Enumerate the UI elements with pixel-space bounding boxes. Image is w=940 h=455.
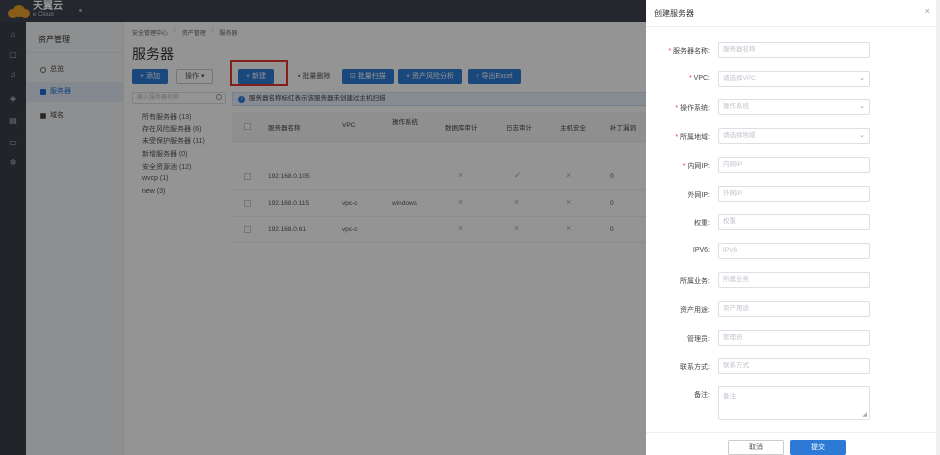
field-label-vpc: * VPC:	[688, 75, 710, 82]
field-label-admin: 管理员:	[687, 336, 710, 343]
server-name-input[interactable]: 服务器名称	[718, 42, 870, 58]
field-label-public-ip: 外网IP:	[687, 192, 710, 199]
os-select[interactable]: 操作系统 ⌄	[718, 99, 870, 115]
close-icon[interactable]: ×	[925, 6, 930, 16]
field-label-ipv6: IPV6:	[692, 247, 710, 254]
weight-input[interactable]: 权重	[718, 214, 870, 230]
field-label-remark: 备注:	[694, 392, 710, 399]
region-select[interactable]: 请选择地域 ⌄	[718, 128, 870, 144]
admin-input[interactable]: 管理员	[718, 330, 870, 346]
field-label-server-name: * 服务器名称:	[668, 48, 710, 55]
chevron-down-icon: ⌄	[859, 75, 865, 82]
submit-button[interactable]: 提交	[790, 440, 846, 455]
field-label-private-ip: * 内网IP:	[682, 163, 710, 170]
public-ip-input[interactable]: 外网IP	[718, 186, 870, 202]
drawer-scrollbar[interactable]	[936, 0, 940, 455]
remark-textarea[interactable]: 备注 ◢	[718, 386, 870, 420]
field-label-os: * 操作系统:	[675, 105, 710, 112]
vpc-select[interactable]: 请选择VPC ⌄	[718, 71, 870, 87]
field-label-asset-purpose: 资产用途:	[680, 307, 710, 314]
field-label-weight: 权重:	[694, 220, 710, 227]
create-server-drawer: 创建服务器 × * 服务器名称: 服务器名称 * VPC: 请选择VPC ⌄ * …	[646, 0, 940, 455]
cancel-button[interactable]: 取消	[728, 440, 784, 455]
drawer-title: 创建服务器	[654, 9, 694, 18]
business-input[interactable]: 所属业务	[718, 272, 870, 288]
field-label-contact: 联系方式:	[680, 364, 710, 371]
resize-grip-icon[interactable]: ◢	[862, 411, 867, 418]
chevron-down-icon: ⌄	[859, 132, 865, 139]
chevron-down-icon: ⌄	[859, 103, 865, 110]
field-label-region: * 所属地域:	[675, 134, 710, 141]
asset-purpose-input[interactable]: 资产用途	[718, 301, 870, 317]
modal-backdrop[interactable]	[0, 0, 646, 455]
private-ip-input[interactable]: 内网IP	[718, 157, 870, 173]
ipv6-input[interactable]: IPV6	[718, 243, 870, 259]
contact-input[interactable]: 联系方式	[718, 358, 870, 374]
field-label-business: 所属业务:	[680, 278, 710, 285]
